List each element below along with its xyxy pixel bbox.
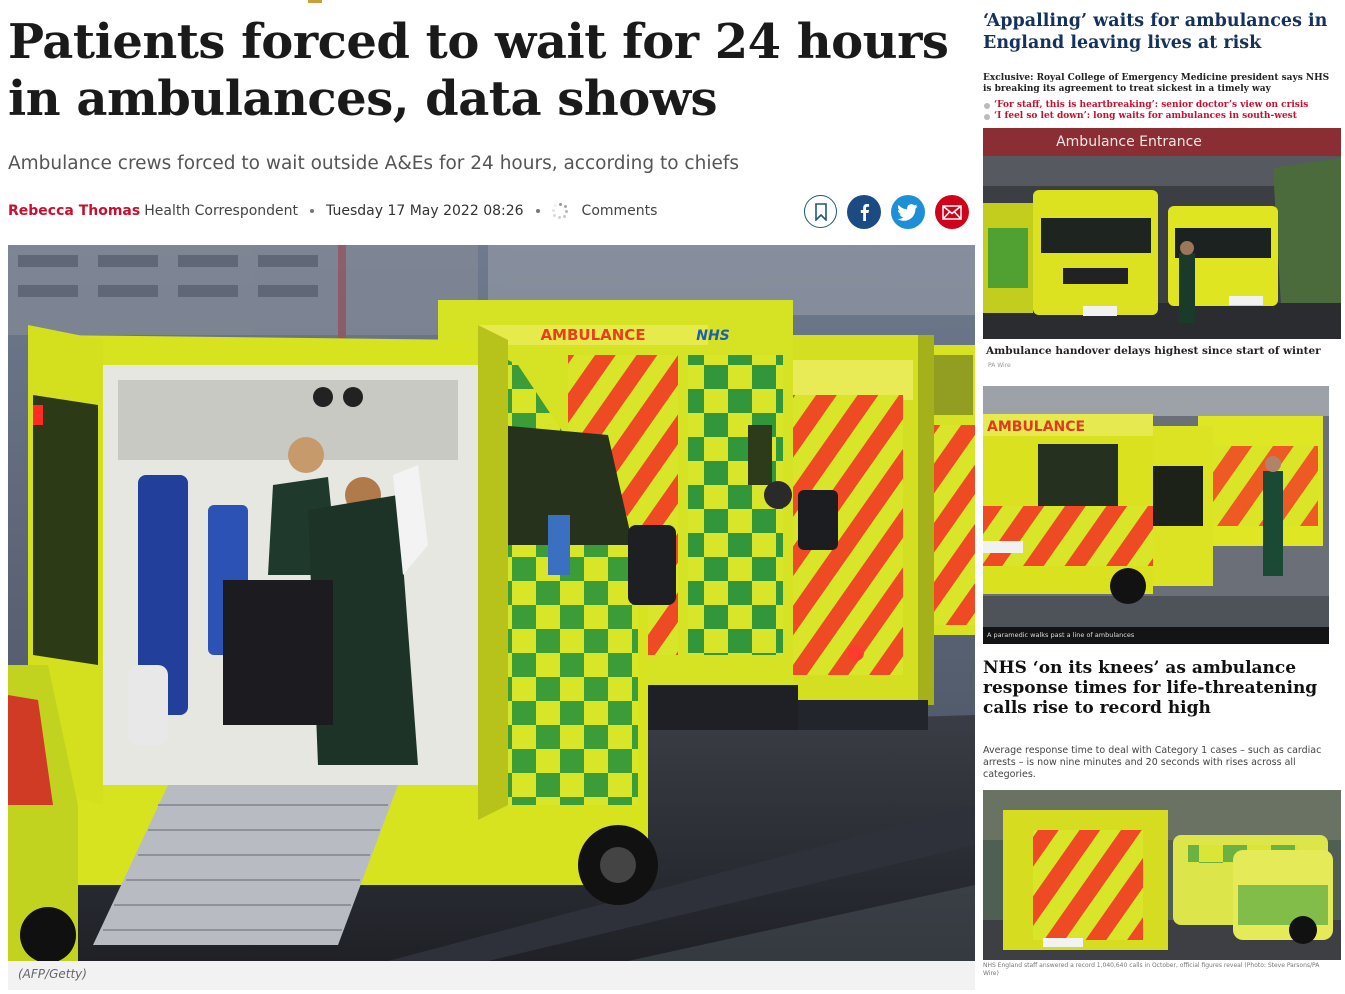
related-link[interactable]: ‘I feel so let down’: long waits for amb… [983, 111, 1333, 122]
publish-date: Tuesday 17 May 2022 08:26 [326, 203, 524, 219]
sidebar-photo-1[interactable]: Ambulance Entrance [983, 128, 1341, 339]
hero-photo: AMBULANCE NHS [8, 245, 975, 961]
related-links: ‘For staff, this is heartbreaking’: seni… [983, 100, 1333, 122]
ambulances-photo: AMBULANCE NHS [8, 245, 975, 961]
loading-spinner-icon [551, 203, 568, 219]
separator-dot [310, 209, 315, 213]
facebook-share-button[interactable] [847, 195, 881, 229]
article-headline: Patients forced to wait for 24 hours in … [8, 14, 949, 127]
sidebar-photo-2[interactable]: AMBULANCE A paramedic walks past a line … [983, 386, 1329, 644]
bookmark-button[interactable] [804, 195, 837, 228]
email-share-button[interactable] [935, 195, 969, 229]
ambulances-line-photo: AMBULANCE [983, 386, 1329, 644]
facebook-icon [860, 204, 870, 221]
comments-link[interactable]: Comments [582, 203, 658, 219]
entrance-sign-text: Ambulance Entrance [1056, 134, 1202, 150]
sidebar-caption-1[interactable]: Ambulance handover delays highest since … [986, 344, 1336, 358]
section-kicker [8, 0, 338, 4]
nhs-sign-text: NHS [696, 328, 730, 344]
sidebar-credit-1: PA Wire [988, 362, 1011, 369]
separator-dot [535, 209, 540, 213]
author-role: Health Correspondent [144, 203, 299, 219]
sidebar-headline-2[interactable]: NHS ‘on its knees’ as ambulance response… [983, 658, 1328, 718]
article-standfirst: Ambulance crews forced to wait outside A… [8, 153, 740, 174]
ambulance-sign-text: AMBULANCE [540, 326, 645, 344]
emergency-ambulances-photo [983, 790, 1341, 960]
hero-credit: (AFP/Getty) [8, 961, 975, 990]
twitter-icon [898, 203, 918, 221]
sidebar-photo-2-caption: A paramedic walks past a line of ambulan… [983, 627, 1329, 644]
sidebar: ‘Appalling’ waits for ambulances in Engl… [983, 0, 1345, 994]
sidebar-photo-3[interactable] [983, 790, 1341, 960]
author-link[interactable]: Rebecca Thomas [8, 203, 140, 219]
sidebar-summary-1: Exclusive: Royal College of Emergency Me… [983, 73, 1330, 94]
twitter-share-button[interactable] [891, 195, 925, 229]
byline: Rebecca Thomas Health Correspondent Tues… [8, 200, 657, 222]
email-icon [942, 204, 962, 220]
ambulance-entrance-photo: Ambulance Entrance [983, 128, 1341, 339]
sidebar-headline-1[interactable]: ‘Appalling’ waits for ambulances in Engl… [983, 10, 1333, 54]
article-main: Patients forced to wait for 24 hours in … [8, 0, 975, 994]
related-link[interactable]: ‘For staff, this is heartbreaking’: seni… [983, 100, 1333, 111]
bookmark-icon [814, 202, 827, 221]
ambulance-sign-text-2: AMBULANCE [987, 419, 1085, 435]
sidebar-caption-3: NHS England staff answered a record 1,04… [983, 962, 1320, 977]
sidebar-summary-2: Average response time to deal with Categ… [983, 745, 1322, 780]
share-bar [804, 195, 969, 229]
